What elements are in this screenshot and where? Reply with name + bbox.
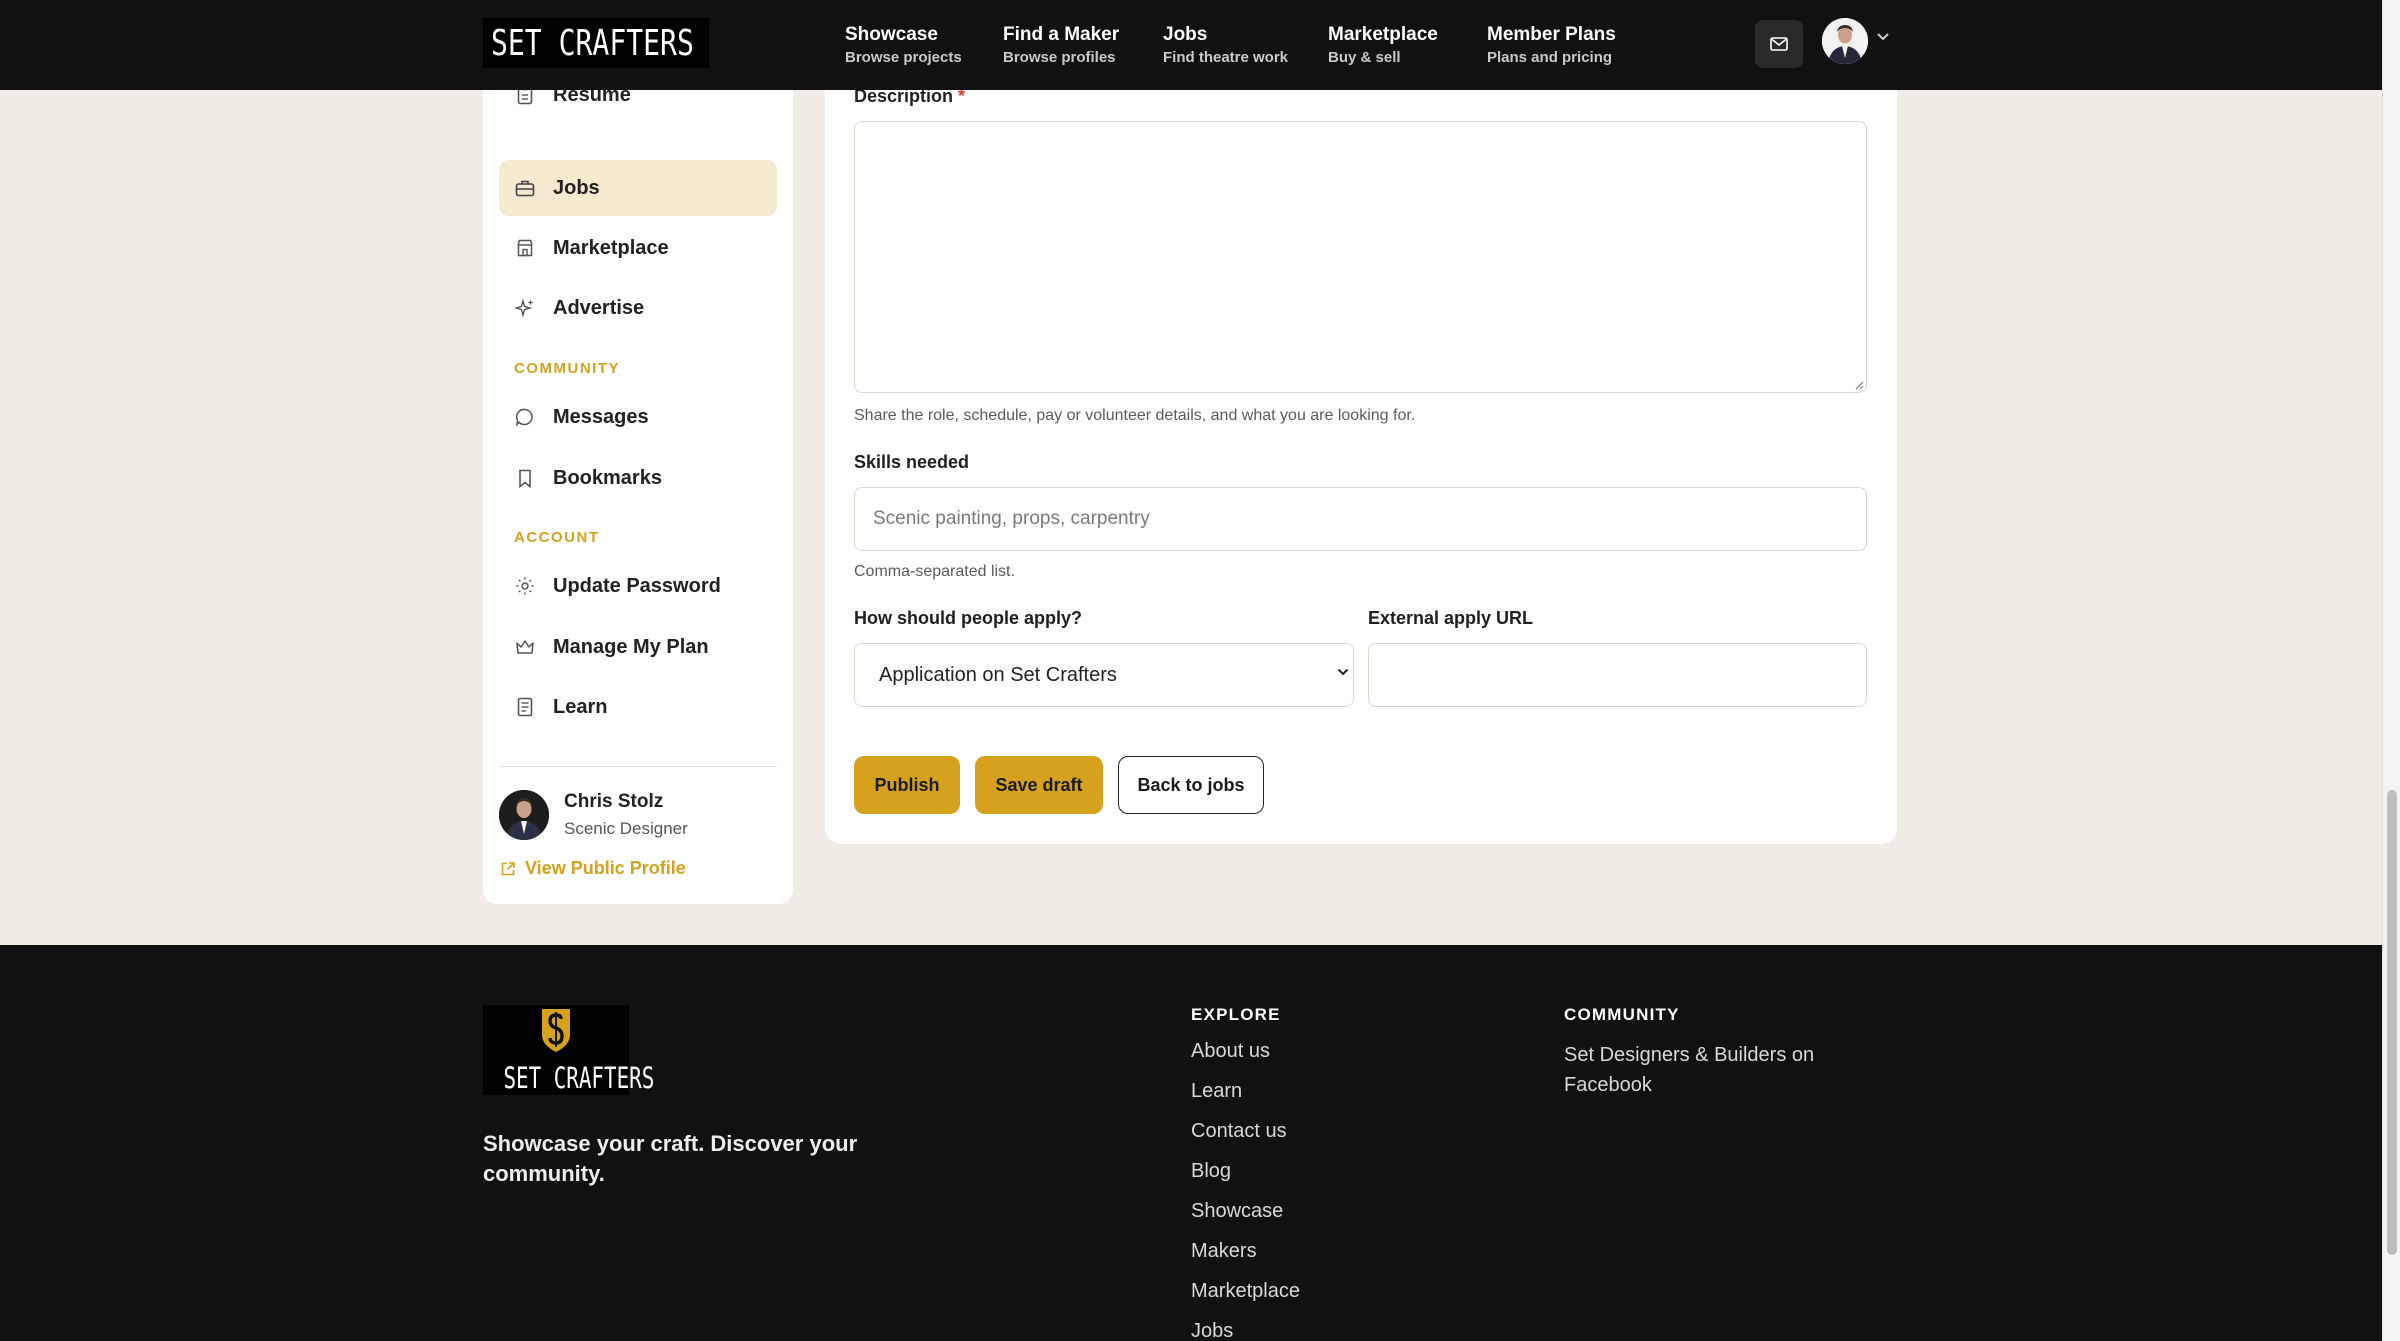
resize-handle-icon[interactable] [1854, 380, 1864, 390]
dashboard-sidebar: Resume Jobs Marketplace Advertise COMMUN… [483, 60, 793, 904]
sidebar-item-label: Jobs [553, 176, 600, 199]
nav-title: Showcase [845, 24, 938, 45]
sidebar-section-community: COMMUNITY [514, 360, 620, 377]
sidebar-item-learn[interactable]: Learn [499, 679, 777, 735]
nav-find-a-maker[interactable]: Find a Maker Browse profiles [1003, 22, 1119, 68]
sparkle-icon [514, 297, 536, 319]
nav-showcase[interactable]: Showcase Browse projects [845, 22, 962, 68]
external-url-label: External apply URL [1368, 608, 1534, 628]
sidebar-item-jobs[interactable]: Jobs [499, 160, 777, 216]
sidebar-item-label: Marketplace [553, 236, 669, 259]
footer-link-contact[interactable]: Contact us [1191, 1120, 1287, 1143]
avatar[interactable] [1822, 18, 1868, 64]
crown-icon [514, 636, 536, 658]
skills-placeholder: Scenic painting, props, carpentry [873, 508, 1150, 529]
nav-title: Find a Maker [1003, 24, 1120, 45]
sidebar-item-label: Manage My Plan [553, 635, 709, 658]
book-icon [514, 696, 536, 718]
apply-method-select[interactable]: Application on Set Crafters [854, 643, 1354, 707]
save-draft-button[interactable]: Save draft [975, 756, 1103, 814]
chevron-down-icon [1337, 668, 1349, 676]
nav-subtitle: Plans and pricing [1487, 49, 1613, 66]
sun-gear-icon [514, 575, 536, 597]
sidebar-item-messages[interactable]: Messages [499, 389, 777, 445]
sidebar-item-label: Learn [553, 695, 608, 718]
sidebar-item-label: Advertise [553, 296, 645, 319]
apply-method-value: Application on Set Crafters [879, 663, 1117, 686]
view-public-profile-link[interactable]: View Public Profile [500, 858, 686, 879]
external-link-icon [501, 861, 515, 875]
nav-title: Member Plans [1487, 24, 1616, 45]
user-name: Chris Stolz [564, 791, 664, 812]
back-to-jobs-button[interactable]: Back to jobs [1118, 756, 1264, 814]
footer-tagline: Showcase your craft. Discover your commu… [483, 1131, 858, 1186]
shield-logo-icon [542, 1009, 570, 1052]
footer-link-makers[interactable]: Makers [1191, 1240, 1257, 1263]
briefcase-icon [514, 177, 536, 199]
footer-link-blog[interactable]: Blog [1191, 1160, 1231, 1183]
external-url-input[interactable] [1368, 643, 1867, 707]
footer-link-jobs[interactable]: Jobs [1191, 1320, 1233, 1341]
sidebar-item-manage-plan[interactable]: Manage My Plan [499, 619, 777, 675]
nav-title: Jobs [1163, 24, 1208, 45]
skills-label: Skills needed [854, 452, 970, 472]
skills-help-text: Comma-separated list. [854, 563, 1015, 580]
nav-title: Marketplace [1328, 24, 1438, 45]
footer-link-facebook-group[interactable]: Set Designers & Builders on Facebook [1564, 1040, 1844, 1100]
messages-button[interactable] [1755, 20, 1803, 68]
nav-subtitle: Browse projects [845, 49, 962, 66]
sidebar-item-marketplace[interactable]: Marketplace [499, 220, 777, 276]
brand-logo[interactable]: SET CRAFTERS [483, 18, 709, 68]
footer-link-learn[interactable]: Learn [1191, 1080, 1242, 1103]
nav-subtitle: Browse profiles [1003, 49, 1116, 66]
view-profile-label: View Public Profile [525, 858, 686, 878]
sidebar-item-bookmarks[interactable]: Bookmarks [499, 450, 777, 506]
nav-member-plans[interactable]: Member Plans Plans and pricing [1487, 22, 1616, 68]
job-form-card: Description * Share the role, schedule, … [825, 60, 1897, 844]
person-portrait-icon [1822, 18, 1868, 64]
sidebar-item-label: Messages [553, 405, 649, 428]
skills-input[interactable]: Scenic painting, props, carpentry [854, 487, 1867, 551]
footer-explore-heading: EXPLORE [1191, 1005, 1281, 1024]
chevron-down-icon[interactable] [1876, 32, 1890, 41]
nav-subtitle: Buy & sell [1328, 49, 1401, 66]
sidebar-item-update-password[interactable]: Update Password [499, 558, 777, 614]
nav-subtitle: Find theatre work [1163, 49, 1289, 66]
store-icon [514, 237, 536, 259]
nav-jobs[interactable]: Jobs Find theatre work [1163, 22, 1288, 68]
footer-link-about[interactable]: About us [1191, 1040, 1270, 1063]
brand-name: SET CRAFTERS [491, 22, 694, 64]
sidebar-item-advertise[interactable]: Advertise [499, 280, 777, 336]
top-navbar: SET CRAFTERS Showcase Browse projects Fi… [0, 0, 2382, 90]
scrollbar-thumb[interactable] [2387, 790, 2397, 1255]
page-scrollbar[interactable] [2382, 0, 2400, 1341]
footer-link-showcase[interactable]: Showcase [1191, 1200, 1283, 1223]
chat-bubble-icon [514, 406, 536, 428]
apply-method-label: How should people apply? [854, 608, 1083, 628]
site-footer: SET CRAFTERS Showcase your craft. Discov… [0, 945, 2382, 1341]
description-help-text: Share the role, schedule, pay or volunte… [854, 407, 1416, 424]
footer-community-heading: COMMUNITY [1564, 1005, 1680, 1024]
sidebar-item-label: Update Password [553, 574, 721, 597]
nav-marketplace[interactable]: Marketplace Buy & sell [1328, 22, 1438, 68]
publish-button[interactable]: Publish [854, 756, 960, 814]
sidebar-item-label: Bookmarks [553, 466, 662, 489]
sidebar-divider [499, 766, 777, 767]
avatar [499, 790, 549, 840]
footer-logo[interactable]: SET CRAFTERS [483, 1005, 655, 1095]
bookmark-icon [514, 467, 536, 489]
sidebar-section-account: ACCOUNT [514, 529, 600, 546]
footer-link-marketplace[interactable]: Marketplace [1191, 1280, 1300, 1303]
mail-icon [1770, 37, 1788, 51]
user-role: Scenic Designer [564, 819, 688, 838]
description-textarea[interactable] [854, 121, 1867, 393]
footer-brand-name: SET CRAFTERS [503, 1061, 655, 1095]
person-portrait-icon [499, 790, 549, 840]
